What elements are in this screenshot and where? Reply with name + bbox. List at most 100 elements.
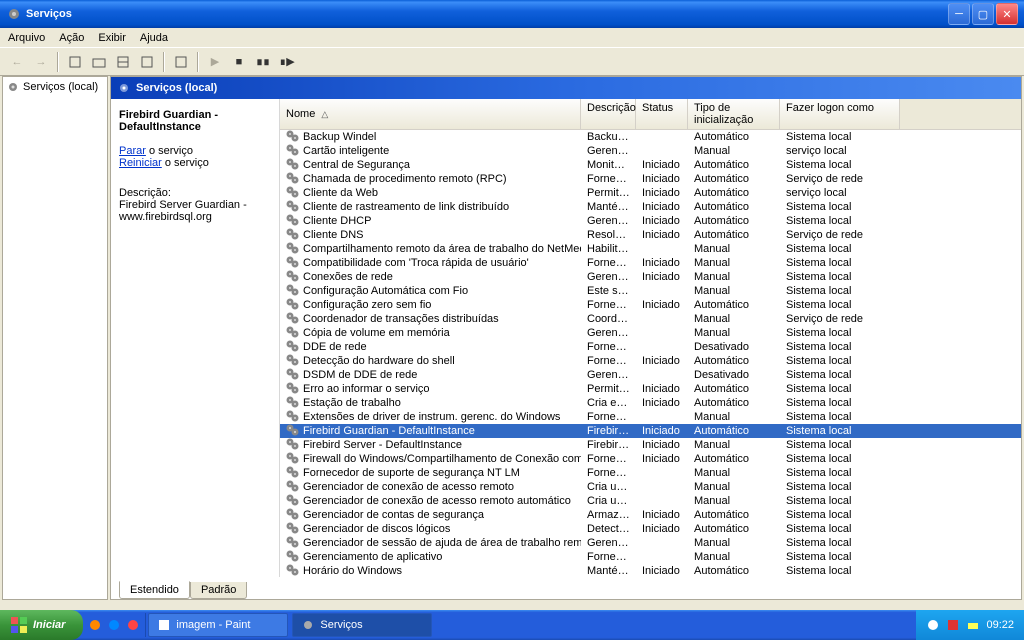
cell-logon: Sistema local — [780, 257, 900, 269]
cell-startup: Manual — [688, 313, 780, 325]
tab-extended[interactable]: Estendido — [119, 581, 190, 599]
toolbar-button[interactable] — [136, 51, 158, 73]
cell-startup: Automático — [688, 397, 780, 409]
cell-status: Iniciado — [636, 425, 688, 437]
cell-logon: Sistema local — [780, 131, 900, 143]
tree-root-item[interactable]: Serviços (local) — [6, 80, 104, 94]
tray-icon[interactable] — [946, 618, 960, 632]
quicklaunch-icon[interactable] — [87, 617, 103, 633]
col-name[interactable]: Nome△ — [280, 99, 581, 129]
cell-startup: Automático — [688, 383, 780, 395]
cell-startup: Automático — [688, 425, 780, 437]
cell-status: Iniciado — [636, 187, 688, 199]
taskbar-item-paint[interactable]: imagem - Paint — [148, 613, 288, 637]
col-logon[interactable]: Fazer logon como — [780, 99, 900, 129]
restart-button[interactable]: ∎▶ — [276, 51, 298, 73]
cell-desc: Resolve e... — [581, 229, 636, 241]
forward-button[interactable]: → — [30, 51, 52, 73]
toolbar-button[interactable] — [88, 51, 110, 73]
cell-desc: Fornece ... — [581, 173, 636, 185]
start-label: Iniciar — [33, 619, 65, 631]
cell-logon: Sistema local — [780, 285, 900, 297]
description-label: Descrição: — [119, 187, 271, 199]
cell-logon: Sistema local — [780, 159, 900, 171]
cell-startup: Automático — [688, 173, 780, 185]
menubar: Arquivo Ação Exibir Ajuda — [0, 28, 1024, 48]
cell-desc: Armazen... — [581, 509, 636, 521]
cell-logon: Sistema local — [780, 439, 900, 451]
cell-desc: Cria uma ... — [581, 481, 636, 493]
taskbar: Iniciar imagem - Paint Serviços 09:22 — [0, 610, 1024, 640]
toolbar-button[interactable] — [112, 51, 134, 73]
menu-arquivo[interactable]: Arquivo — [8, 32, 45, 44]
cell-startup: Manual — [688, 467, 780, 479]
col-status[interactable]: Status — [636, 99, 688, 129]
cell-logon: Sistema local — [780, 215, 900, 227]
cell-startup: Manual — [688, 495, 780, 507]
cell-logon: Sistema local — [780, 299, 900, 311]
close-button[interactable]: ✕ — [996, 3, 1018, 25]
cell-status: Iniciado — [636, 159, 688, 171]
cell-status: Iniciado — [636, 397, 688, 409]
cell-logon: Sistema local — [780, 467, 900, 479]
cell-logon: Sistema local — [780, 453, 900, 465]
cell-status: Iniciado — [636, 215, 688, 227]
tab-standard[interactable]: Padrão — [190, 582, 247, 599]
cell-desc: Coordena... — [581, 313, 636, 325]
menu-acao[interactable]: Ação — [59, 32, 84, 44]
tree-root-label: Serviços (local) — [23, 81, 98, 93]
cell-desc: Cria uma ... — [581, 495, 636, 507]
minimize-button[interactable]: ─ — [948, 3, 970, 25]
cell-desc: Fornece s... — [581, 467, 636, 479]
gear-icon — [286, 577, 300, 578]
clock[interactable]: 09:22 — [986, 619, 1014, 631]
cell-desc: Fornece s... — [581, 551, 636, 563]
quicklaunch-icon[interactable] — [106, 617, 122, 633]
back-button[interactable]: ← — [6, 51, 28, 73]
selected-service-name: Firebird Guardian - DefaultInstance — [119, 109, 271, 133]
view-tabs: Estendido Padrão — [111, 577, 1021, 599]
taskbar-item-services[interactable]: Serviços — [292, 613, 432, 637]
cell-startup: Automático — [688, 453, 780, 465]
cell-startup: Manual — [688, 481, 780, 493]
cell-desc: Firebird S... — [581, 425, 636, 437]
tray-icon[interactable] — [966, 618, 980, 632]
cell-logon: Sistema local — [780, 565, 900, 577]
stop-link[interactable]: Parar — [119, 145, 146, 157]
play-button[interactable]: ▶ — [204, 51, 226, 73]
maximize-button[interactable]: ▢ — [972, 3, 994, 25]
cell-startup: Manual — [688, 145, 780, 157]
grid-body[interactable]: Backup WindelBackup W...AutomáticoSistem… — [280, 130, 1021, 577]
cell-desc: Mantém v... — [581, 201, 636, 213]
toolbar-button[interactable] — [64, 51, 86, 73]
cell-startup: Automático — [688, 131, 780, 143]
service-row[interactable]: Horário do WindowsMantém s...IniciadoAut… — [280, 564, 1021, 577]
cell-desc: Permite in... — [581, 383, 636, 395]
cell-desc: Backup W... — [581, 131, 636, 143]
col-desc[interactable]: Descrição — [581, 99, 636, 129]
cell-status: Iniciado — [636, 173, 688, 185]
stop-button[interactable]: ■ — [228, 51, 250, 73]
menu-ajuda[interactable]: Ajuda — [140, 32, 168, 44]
cell-desc: Gerencia ... — [581, 369, 636, 381]
tray-icon[interactable] — [926, 618, 940, 632]
restart-link[interactable]: Reiniciar — [119, 157, 162, 169]
start-button[interactable]: Iniciar — [0, 610, 83, 640]
cell-desc: Gerencia ... — [581, 215, 636, 227]
cell-startup: Automático — [688, 215, 780, 227]
help-button[interactable] — [170, 51, 192, 73]
cell-desc: Fornece ... — [581, 257, 636, 269]
services-icon — [6, 6, 22, 22]
quicklaunch-icon[interactable] — [125, 617, 141, 633]
cell-startup: Manual — [688, 243, 780, 255]
col-startup[interactable]: Tipo de inicialização — [688, 99, 780, 129]
cell-logon: Serviço de rede — [780, 173, 900, 185]
pause-button[interactable]: ∎∎ — [252, 51, 274, 73]
cell-desc: Fornece ... — [581, 355, 636, 367]
cell-logon: Sistema local — [780, 425, 900, 437]
menu-exibir[interactable]: Exibir — [98, 32, 126, 44]
cell-logon: Sistema local — [780, 271, 900, 283]
panel-header: Serviços (local) — [111, 77, 1021, 99]
cell-startup: Desativado — [688, 341, 780, 353]
cell-desc: Firebird D... — [581, 439, 636, 451]
